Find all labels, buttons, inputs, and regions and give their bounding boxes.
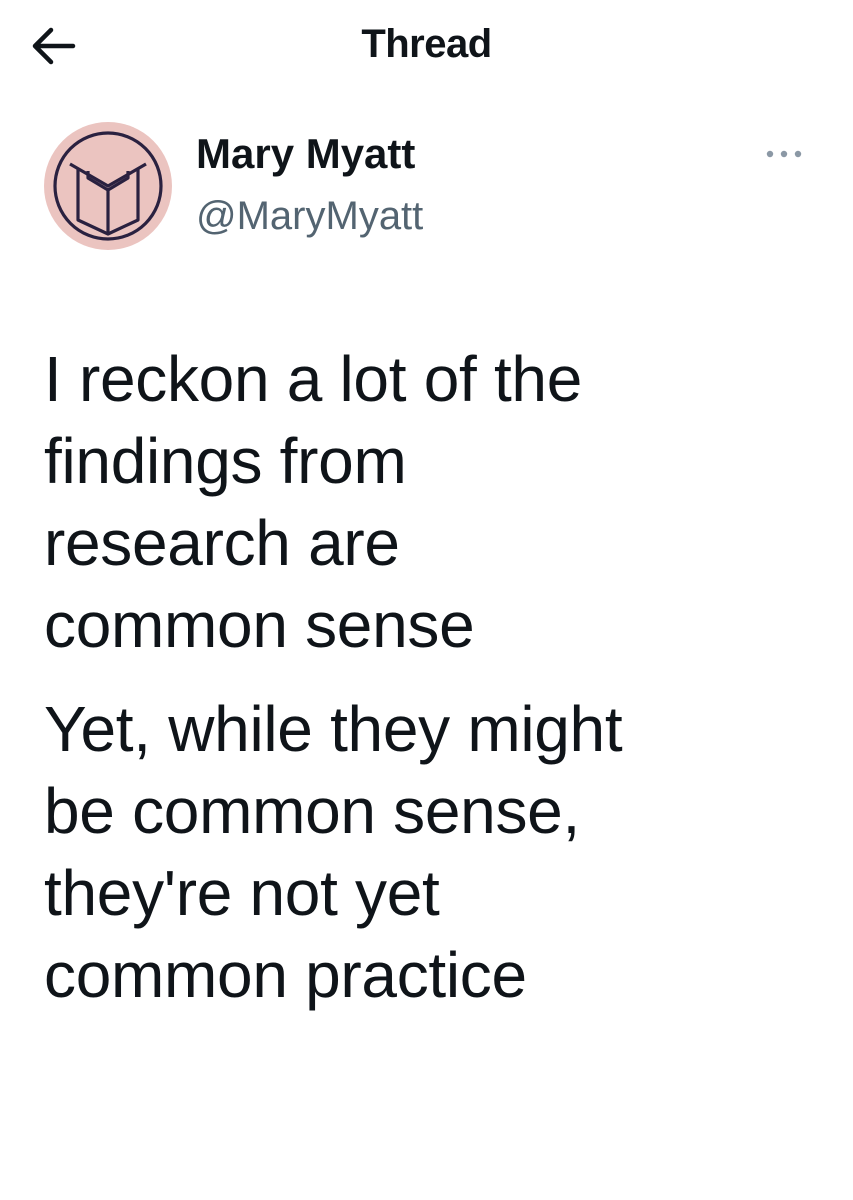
tweet-paragraph: I reckon a lot of the findings from rese… (44, 343, 583, 661)
author-display-name[interactable]: Mary Myatt (196, 130, 415, 178)
avatar[interactable] (44, 122, 172, 250)
tweet-author: Mary Myatt @MaryMyatt (44, 122, 824, 252)
tweet-text: I reckon a lot of the findings from rese… (44, 338, 834, 1038)
more-dots-icon (766, 150, 802, 158)
thread-header: Thread (0, 0, 853, 96)
author-handle[interactable]: @MaryMyatt (196, 194, 423, 239)
more-options-button[interactable] (756, 136, 812, 172)
tweet-paragraph: Yet, while they might be common sense, t… (44, 693, 623, 1011)
page-title: Thread (361, 22, 492, 66)
open-book-logo-icon (53, 131, 163, 241)
